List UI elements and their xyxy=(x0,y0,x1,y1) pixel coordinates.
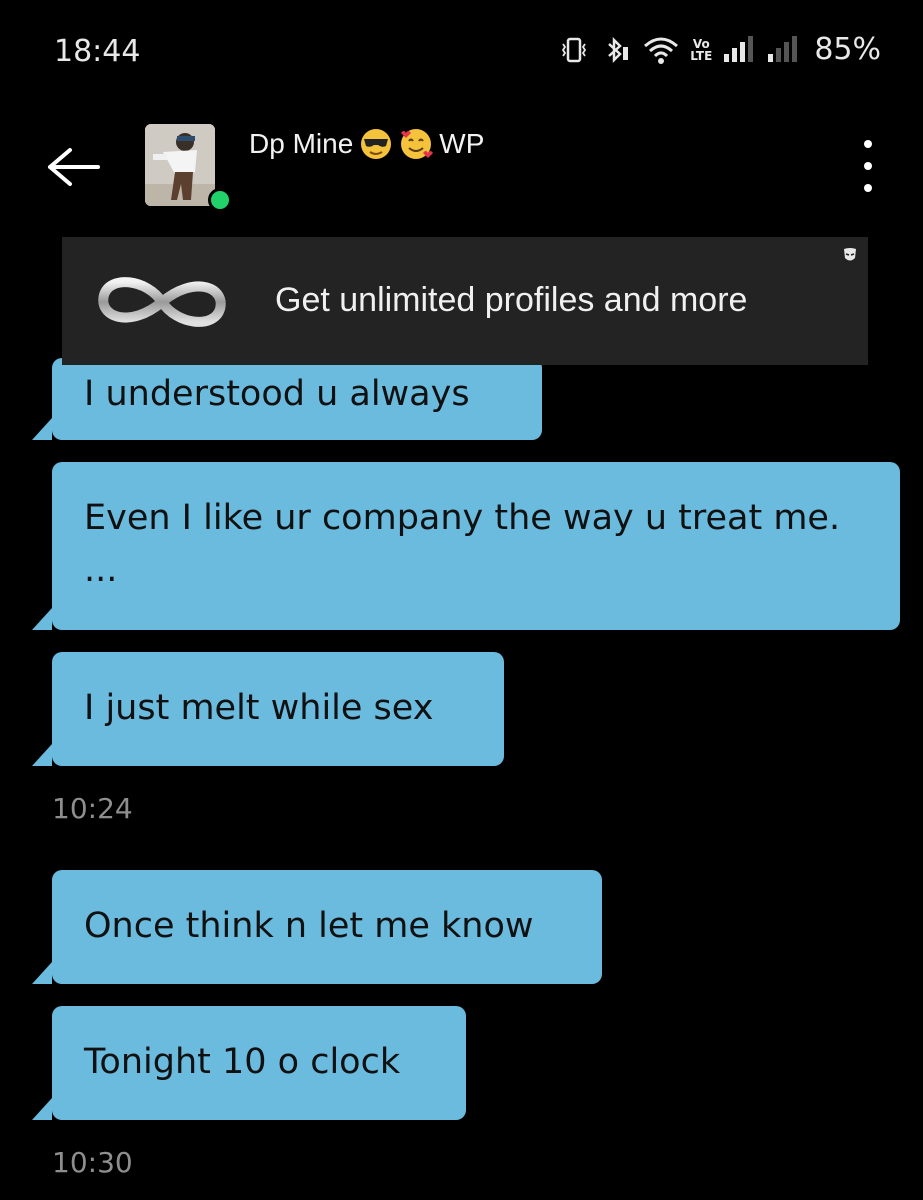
message-bubble[interactable]: I just melt while sex xyxy=(32,652,504,766)
message-text: Once think n let me know xyxy=(84,906,534,946)
status-bar: 18:44 Vo LTE 85% xyxy=(0,0,923,110)
contact-name-suffix: WP xyxy=(439,128,485,159)
contact-name-text: Dp Mine xyxy=(249,128,354,159)
contact-name[interactable]: Dp Mine WP xyxy=(249,127,484,161)
signal-icon xyxy=(722,34,756,66)
back-arrow-icon xyxy=(48,148,100,186)
more-options-button[interactable] xyxy=(848,138,888,194)
menu-dot xyxy=(864,184,872,192)
infinity-icon xyxy=(98,277,226,327)
message-bubble[interactable]: Even I like ur company the way u treat m… xyxy=(32,462,900,630)
grindr-mask-icon xyxy=(844,248,856,261)
sunglasses-emoji-icon xyxy=(361,129,392,159)
wifi-icon xyxy=(642,34,680,66)
message-text: I understood u always xyxy=(84,374,470,414)
volte-icon: Vo LTE xyxy=(690,38,712,62)
smiling-face-with-hearts-icon xyxy=(401,129,434,159)
volte-bottom-text: LTE xyxy=(690,48,713,63)
message-list[interactable]: I understood u always Even I like ur com… xyxy=(0,230,923,1200)
message-bubble[interactable]: Once think n let me know xyxy=(32,870,602,984)
message-timestamp: 10:24 xyxy=(52,792,133,825)
back-button[interactable] xyxy=(40,142,104,192)
bluetooth-icon xyxy=(600,34,632,66)
vibrate-icon xyxy=(558,34,590,66)
signal-icon xyxy=(766,34,800,66)
battery-level: 85% xyxy=(814,32,881,67)
promo-text: Get unlimited profiles and more xyxy=(275,281,748,319)
chat-header: Dp Mine WP xyxy=(0,110,923,230)
volte-top-text: Vo xyxy=(692,36,710,51)
status-icons: Vo LTE 85% xyxy=(558,32,881,67)
message-bubble[interactable]: I understood u always xyxy=(32,358,542,440)
message-text: Even I like ur company the way u treat m… xyxy=(84,498,841,590)
menu-dot xyxy=(864,162,872,170)
status-time: 18:44 xyxy=(54,34,141,69)
unlimited-promo-banner[interactable]: Get unlimited profiles and more xyxy=(62,237,868,365)
avatar-photo xyxy=(145,124,215,206)
menu-dot xyxy=(864,140,872,148)
message-bubble[interactable]: Tonight 10 o clock xyxy=(32,1006,466,1120)
message-text: I just melt while sex xyxy=(84,688,434,728)
message-timestamp: 10:30 xyxy=(52,1146,133,1179)
online-status-dot xyxy=(208,188,232,212)
avatar[interactable] xyxy=(145,124,215,206)
message-text: Tonight 10 o clock xyxy=(84,1042,401,1082)
